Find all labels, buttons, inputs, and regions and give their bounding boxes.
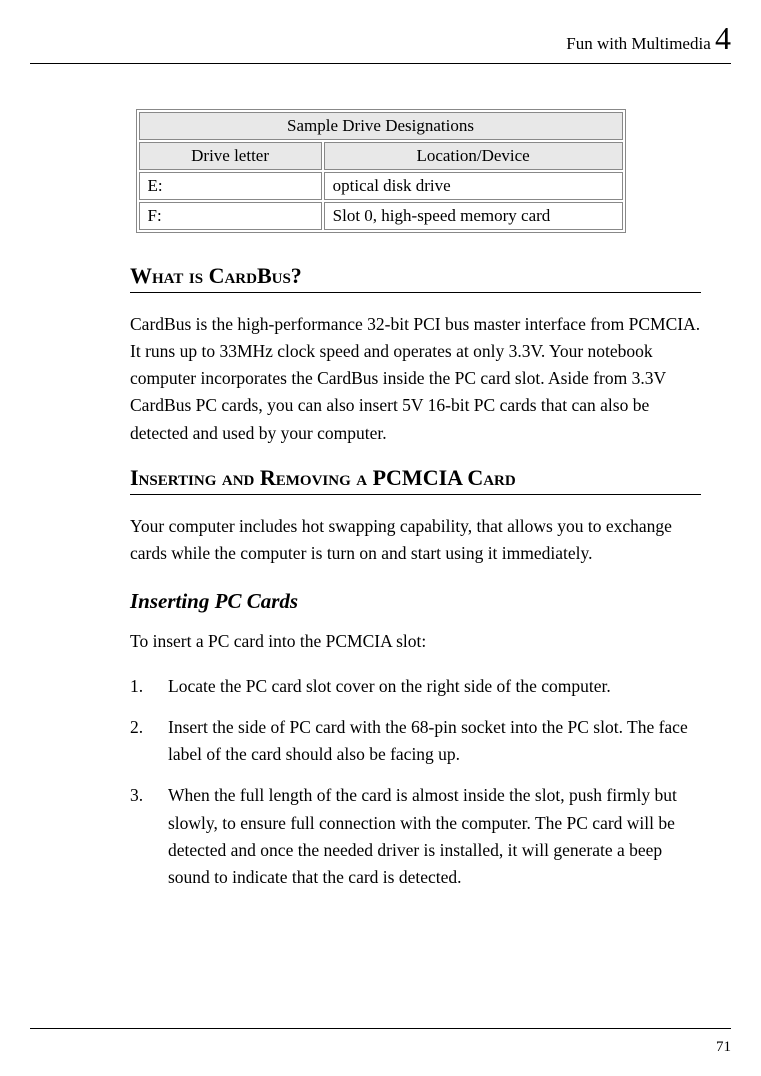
list-item: Insert the side of PC card with the 68-p…: [130, 714, 701, 768]
section-heading-cardbus: What is CardBus?: [130, 263, 701, 293]
section-intro: To insert a PC card into the PCMCIA slot…: [130, 628, 701, 655]
table-row: F: Slot 0, high-speed memory card: [139, 202, 623, 230]
section-heading-pcmcia: Inserting and Removing a PCMCIA Card: [130, 465, 701, 495]
subsection-heading-inserting: Inserting PC Cards: [130, 589, 701, 614]
table-col2-header: Location/Device: [324, 142, 623, 170]
page-footer: 71: [30, 1028, 731, 1056]
section-body: CardBus is the high-performance 32-bit P…: [130, 311, 701, 447]
list-item: When the full length of the card is almo…: [130, 782, 701, 891]
table-title: Sample Drive Designations: [139, 112, 623, 140]
device-cell: optical disk drive: [324, 172, 623, 200]
drive-letter-cell: F:: [139, 202, 322, 230]
list-item: Locate the PC card slot cover on the rig…: [130, 673, 701, 700]
drive-letter-cell: E:: [139, 172, 322, 200]
header-title: Fun with Multimedia: [566, 34, 711, 53]
section-body: Your computer includes hot swapping capa…: [130, 513, 701, 567]
page-header: Fun with Multimedia 4: [30, 20, 731, 64]
chapter-number: 4: [715, 20, 731, 56]
table-col1-header: Drive letter: [139, 142, 322, 170]
table-row: E: optical disk drive: [139, 172, 623, 200]
page-number: 71: [716, 1039, 731, 1055]
drive-designations-table: Sample Drive Designations Drive letter L…: [136, 109, 626, 233]
steps-list: Locate the PC card slot cover on the rig…: [130, 673, 701, 891]
device-cell: Slot 0, high-speed memory card: [324, 202, 623, 230]
